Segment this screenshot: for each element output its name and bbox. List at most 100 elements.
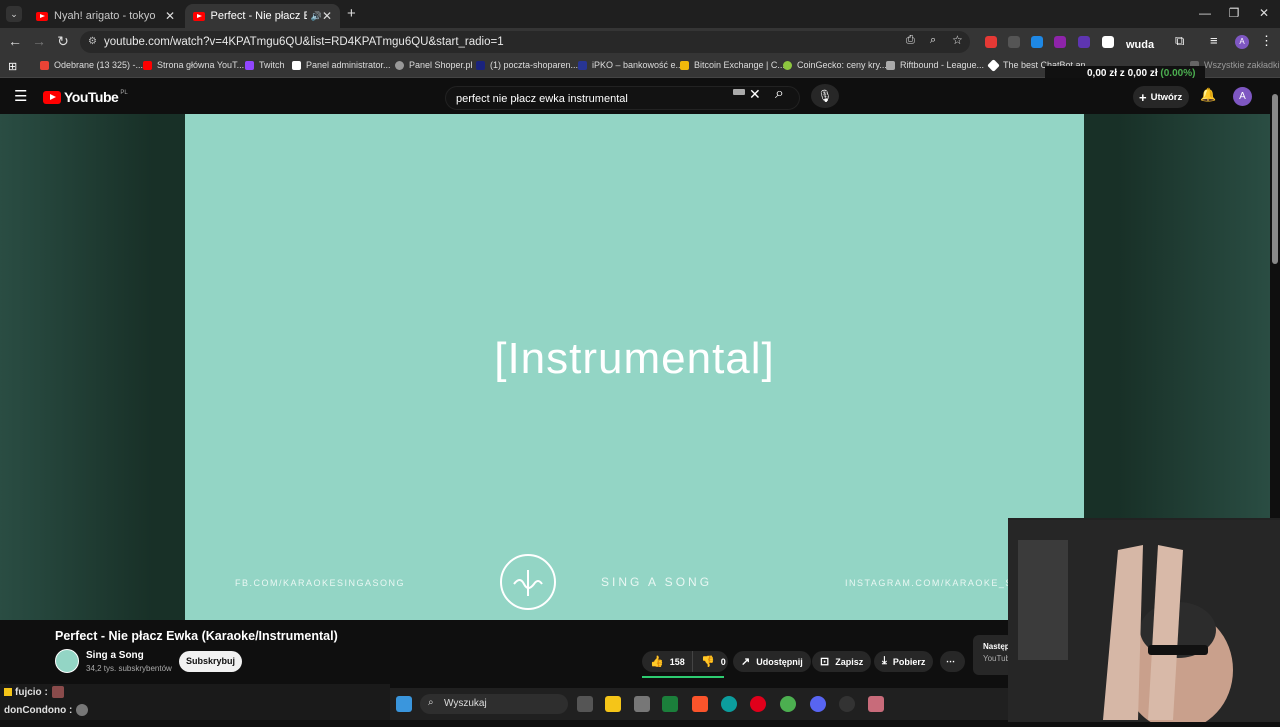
bookmark-ipko[interactable]: iPKO – bankowość e... xyxy=(578,60,683,70)
bookmark-riftbound[interactable]: Riftbound - League... xyxy=(886,60,984,70)
more-actions-button[interactable]: ⋯ xyxy=(940,651,965,672)
minimize-icon[interactable]: — xyxy=(1195,6,1215,20)
page-icon xyxy=(886,60,895,70)
zoom-icon[interactable]: ⌕ xyxy=(930,34,936,47)
opera-icon[interactable] xyxy=(750,696,766,712)
store-icon[interactable] xyxy=(634,696,650,712)
install-icon[interactable]: ⎙ xyxy=(906,34,915,47)
bookmark-icon: ⊡ xyxy=(820,656,830,668)
next-video-card[interactable]: Następ YouTub xyxy=(973,635,1013,675)
stream-chat-overlay: fujcio : donCondono : xyxy=(0,684,390,720)
search-input[interactable]: perfect nie płacz ewka instrumental xyxy=(445,86,800,110)
site-info-icon[interactable]: ⚙ xyxy=(88,36,97,47)
extension-icon[interactable] xyxy=(985,36,997,48)
bookmark-youtube[interactable]: Strona główna YouT... xyxy=(143,60,244,70)
task-view-icon[interactable] xyxy=(577,696,593,712)
extension-icon[interactable] xyxy=(1008,36,1020,48)
bookmark-poczta[interactable]: (1) poczta-shoparen... xyxy=(476,60,578,70)
save-button[interactable]: ⊡ Zapisz xyxy=(812,651,872,672)
tab-title: Perfect - Nie płacz Ewka (Ka xyxy=(210,10,307,22)
share-button[interactable]: ↗ Udostępnij xyxy=(733,651,811,672)
page-scrollbar[interactable] xyxy=(1270,78,1280,518)
hamburger-menu-icon[interactable]: ☰ xyxy=(14,87,27,105)
close-window-icon[interactable]: ✕ xyxy=(1254,6,1274,20)
youtube-favicon-icon xyxy=(36,11,48,21)
microphone-icon[interactable]: 🎙 xyxy=(811,84,839,108)
globe-icon xyxy=(395,60,404,70)
webcam-overlay xyxy=(1008,518,1280,727)
taskbar-search[interactable]: ⌕ Wyszukaj xyxy=(420,694,568,714)
video-footer-center: SING A SONG xyxy=(601,575,713,589)
close-tab-icon[interactable]: ✕ xyxy=(165,9,175,23)
chatbot-icon xyxy=(987,58,1000,72)
extension-icon[interactable] xyxy=(1054,36,1066,48)
like-button[interactable]: 👍 158 xyxy=(642,651,692,672)
channel-subscribers: 34,2 tys. subskrybentów xyxy=(86,664,172,673)
create-button[interactable]: + Utwórz xyxy=(1133,86,1189,108)
back-icon[interactable]: ← xyxy=(6,33,24,49)
dislike-button[interactable]: 👎 0 xyxy=(692,651,728,672)
search-query: perfect nie płacz ewka instrumental xyxy=(456,93,628,105)
share-arrow-icon: ↗ xyxy=(741,656,751,668)
bookmark-panel-admin[interactable]: Panel administrator... xyxy=(292,60,391,70)
windows-start-icon[interactable] xyxy=(396,696,412,712)
clear-search-icon[interactable]: ✕ xyxy=(749,86,761,103)
address-bar[interactable]: ⚙ youtube.com/watch?v=4KPATmgu6QU&list=R… xyxy=(80,31,970,53)
extension-icon[interactable] xyxy=(1031,36,1043,48)
wuda-extension[interactable]: wuda xyxy=(1126,39,1154,51)
chat-username: donCondono : xyxy=(4,704,73,716)
notifications-bell-icon[interactable]: 🔔 xyxy=(1200,87,1216,103)
brave-icon[interactable] xyxy=(692,696,708,712)
channel-name[interactable]: Sing a Song xyxy=(86,650,144,661)
file-explorer-icon[interactable] xyxy=(605,696,621,712)
extensions-puzzle-icon[interactable]: ⧉ xyxy=(1175,33,1184,49)
bookmark-star-icon[interactable]: ☆ xyxy=(952,33,963,47)
tab-search-icon[interactable]: ⌄ xyxy=(6,6,22,22)
forward-icon[interactable]: → xyxy=(30,33,48,49)
speaker-icon[interactable]: 🔊 xyxy=(311,11,322,22)
media-control-icon[interactable]: ≡ xyxy=(1210,33,1218,48)
youtube-favicon-icon xyxy=(193,11,205,21)
bookmark-twitch[interactable]: Twitch xyxy=(245,60,285,70)
new-tab-button[interactable]: + xyxy=(347,5,356,22)
subscribe-button[interactable]: Subskrybuj xyxy=(179,651,242,672)
discord-icon[interactable] xyxy=(810,696,826,712)
video-frame[interactable]: [Instrumental] FB.COM/KARAOKESINGASONG S… xyxy=(185,114,1084,620)
edge-icon[interactable] xyxy=(721,696,737,712)
chrome-icon[interactable] xyxy=(780,696,796,712)
taskbar-search-placeholder: Wyszukaj xyxy=(444,698,487,709)
close-tab-icon[interactable]: ✕ xyxy=(322,9,332,23)
extension-icon[interactable] xyxy=(1102,36,1114,48)
chat-emote-icon xyxy=(51,686,64,698)
bookmark-bitcoin[interactable]: Bitcoin Exchange | C... xyxy=(680,60,785,70)
search-icon[interactable]: ⌕ xyxy=(775,85,784,103)
restore-icon[interactable]: ❐ xyxy=(1224,6,1244,20)
tab-perfect-nie-placz-ewka[interactable]: Perfect - Nie płacz Ewka (Ka 🔊 ✕ xyxy=(185,4,340,28)
account-avatar[interactable]: A xyxy=(1233,87,1252,106)
steam-icon[interactable] xyxy=(839,696,855,712)
app-icon[interactable] xyxy=(662,696,678,712)
scrollbar-thumb[interactable] xyxy=(1272,94,1278,264)
app-icon[interactable] xyxy=(868,696,884,712)
chrome-menu-icon[interactable]: ⋮ xyxy=(1260,33,1273,49)
region-label: PL xyxy=(120,89,128,96)
keyboard-icon[interactable] xyxy=(733,89,745,95)
tab-nyah-arigato[interactable]: Nyah! arigato - tokyo - Leat'eq ✕ xyxy=(28,4,183,28)
extension-icon[interactable] xyxy=(1078,36,1090,48)
bookmark-label: CoinGecko: ceny kry... xyxy=(797,60,887,70)
bookmark-coingecko[interactable]: CoinGecko: ceny kry... xyxy=(783,60,887,70)
download-button[interactable]: ⤓ Pobierz xyxy=(874,651,934,672)
video-title: Perfect - Nie płacz Ewka (Karaoke/Instru… xyxy=(55,629,338,643)
channel-avatar[interactable] xyxy=(55,649,79,673)
more-dots-icon: ⋯ xyxy=(946,656,955,666)
profile-avatar[interactable]: A xyxy=(1235,35,1249,49)
youtube-logo[interactable]: YouTube PL xyxy=(43,89,128,105)
chat-message: donCondono : xyxy=(4,704,89,716)
apps-grid-icon[interactable]: ⊞ xyxy=(8,60,17,73)
bookmark-label: Riftbound - League... xyxy=(900,60,985,70)
bookmark-shoper[interactable]: Panel Shoper.pl xyxy=(395,60,473,70)
reload-icon[interactable]: ↻ xyxy=(54,33,72,50)
like-progress-bar xyxy=(642,676,724,678)
bookmark-gmail[interactable]: Odebrane (13 325) -... xyxy=(40,60,143,70)
video-footer-left: FB.COM/KARAOKESINGASONG xyxy=(235,578,406,588)
